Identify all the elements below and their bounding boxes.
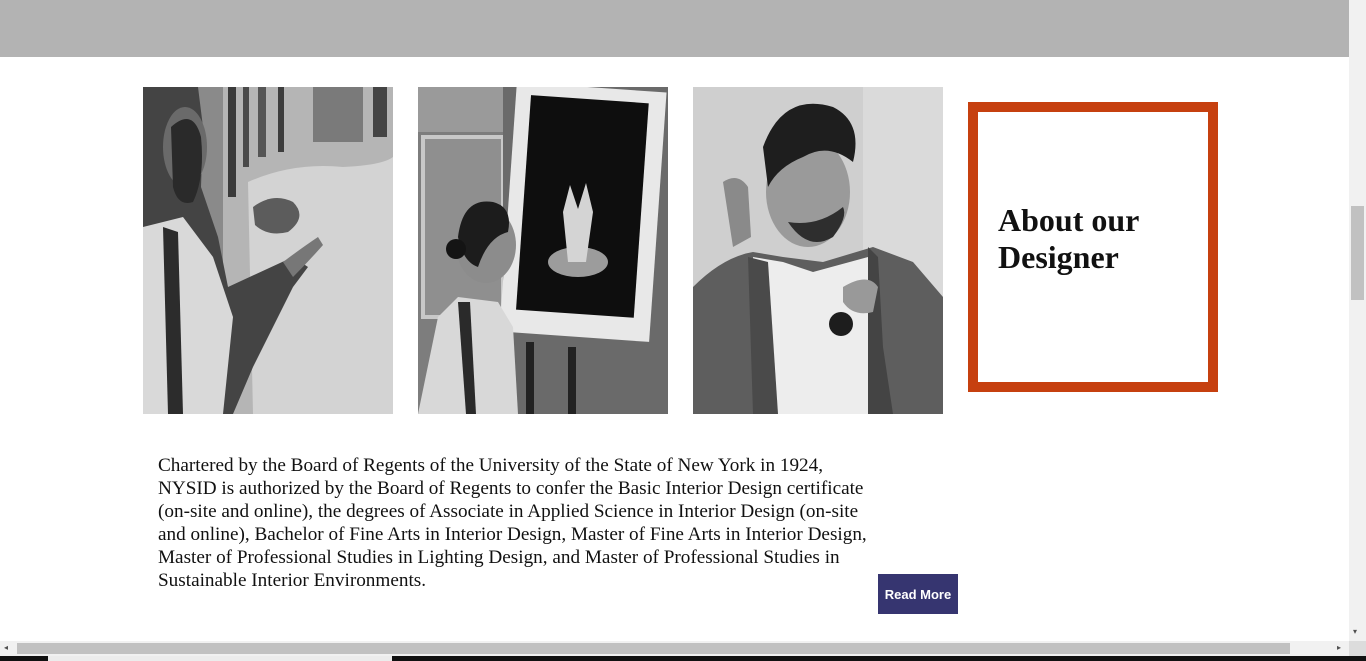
taskbar-strip: [0, 656, 1366, 661]
taskbar-active-segment: [48, 656, 392, 661]
about-designer-title: About our Designer: [998, 202, 1139, 275]
top-header-bar: [0, 0, 1349, 57]
scroll-down-arrow-icon[interactable]: ▾: [1353, 627, 1357, 636]
scroll-left-arrow-icon[interactable]: ◂: [4, 643, 8, 652]
nysid-description: Chartered by the Board of Regents of the…: [158, 455, 867, 591]
horizontal-scrollbar[interactable]: ◂ ▸: [0, 641, 1349, 656]
about-designer-card: About our Designer: [968, 102, 1218, 392]
woman-viewing-artwork-photo: [418, 87, 668, 414]
man-painting-mural-photo: [143, 87, 393, 414]
read-more-button[interactable]: Read More: [878, 574, 958, 614]
vertical-scrollbar[interactable]: ▾: [1349, 0, 1366, 641]
scroll-right-arrow-icon[interactable]: ▸: [1337, 643, 1341, 652]
scrollbar-corner: [1349, 641, 1366, 656]
vertical-scrollbar-thumb[interactable]: [1351, 206, 1364, 300]
horizontal-scrollbar-thumb[interactable]: [17, 643, 1290, 654]
man-in-denim-jacket-photo: [693, 87, 943, 414]
